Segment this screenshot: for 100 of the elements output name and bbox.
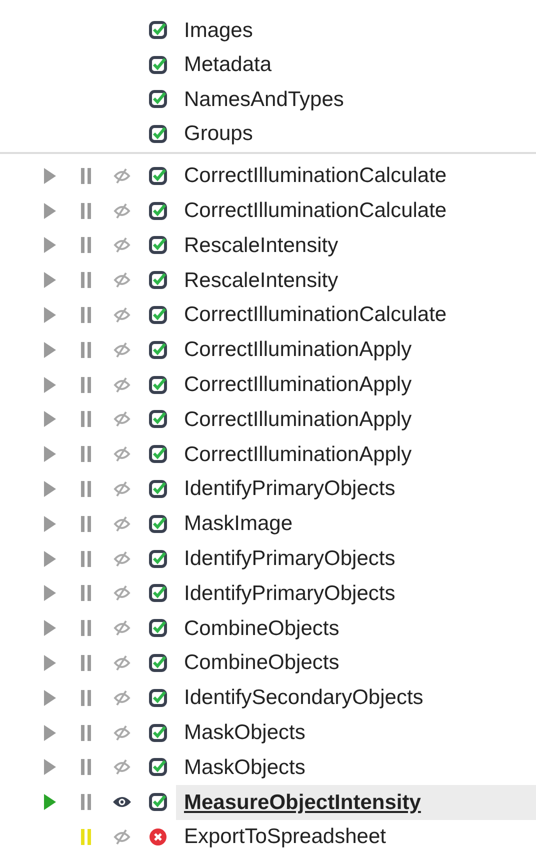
checkbox-icon[interactable] <box>149 376 167 394</box>
checkbox-icon[interactable] <box>149 724 167 742</box>
module-name[interactable]: NamesAndTypes <box>176 86 350 112</box>
play-icon[interactable] <box>43 758 57 776</box>
checkbox-icon[interactable] <box>149 21 167 40</box>
pause-icon[interactable] <box>80 236 92 254</box>
module-name[interactable]: IdentifySecondaryObjects <box>176 685 430 710</box>
module-name[interactable]: CombineObjects <box>176 616 346 641</box>
pause-icon[interactable] <box>80 306 92 324</box>
pause-icon[interactable] <box>80 166 92 185</box>
pause-icon[interactable] <box>80 688 92 707</box>
pause-icon[interactable] <box>80 340 92 359</box>
eye-hidden-icon[interactable] <box>112 376 132 393</box>
pause-icon[interactable] <box>80 550 92 568</box>
play-icon[interactable] <box>43 445 57 464</box>
pause-icon[interactable] <box>80 480 92 498</box>
pause-icon[interactable] <box>80 654 92 672</box>
module-name[interactable]: CorrectIlluminationApply <box>176 337 418 362</box>
play-icon[interactable] <box>43 480 57 498</box>
play-icon[interactable] <box>43 202 57 220</box>
play-icon[interactable] <box>43 271 57 290</box>
eye-hidden-icon[interactable] <box>112 446 132 462</box>
play-icon[interactable] <box>43 514 57 533</box>
eye-hidden-icon[interactable] <box>112 272 132 288</box>
module-name[interactable]: CorrectIlluminationCalculate <box>176 163 453 188</box>
play-icon[interactable] <box>43 724 57 742</box>
eye-hidden-icon[interactable] <box>112 342 132 358</box>
checkbox-icon[interactable] <box>149 514 167 533</box>
play-icon[interactable] <box>43 306 57 324</box>
checkbox-icon[interactable] <box>149 584 167 602</box>
checkbox-icon[interactable] <box>149 125 167 144</box>
pause-icon[interactable] <box>80 619 92 638</box>
play-icon[interactable] <box>43 340 57 359</box>
checkbox-icon[interactable] <box>149 619 167 638</box>
module-name[interactable]: MeasureObjectIntensity <box>176 790 427 815</box>
eye-hidden-icon[interactable] <box>112 690 132 706</box>
module-name[interactable]: Groups <box>176 121 259 147</box>
module-name[interactable]: Metadata <box>176 52 278 78</box>
play-icon[interactable] <box>43 793 57 812</box>
eye-hidden-icon[interactable] <box>112 654 132 671</box>
play-icon[interactable] <box>43 166 57 185</box>
pause-icon[interactable] <box>80 514 92 533</box>
checkbox-icon[interactable] <box>149 793 167 812</box>
module-name[interactable]: RescaleIntensity <box>176 232 344 258</box>
eye-hidden-icon[interactable] <box>112 550 132 567</box>
module-name[interactable]: ExportToSpreadsheet <box>176 824 392 850</box>
pause-icon[interactable] <box>80 724 92 742</box>
pause-icon[interactable] <box>80 410 92 428</box>
checkbox-icon[interactable] <box>149 166 167 185</box>
pause-icon[interactable] <box>80 584 92 602</box>
module-name[interactable]: RescaleIntensity <box>176 268 344 293</box>
play-icon[interactable] <box>43 619 57 638</box>
checkbox-icon[interactable] <box>149 688 167 707</box>
module-name[interactable]: CorrectIlluminationCalculate <box>176 198 453 224</box>
module-name[interactable]: Images <box>176 18 259 43</box>
module-name[interactable]: IdentifyPrimaryObjects <box>176 580 402 606</box>
pause-icon[interactable] <box>80 445 92 464</box>
pause-icon[interactable] <box>80 376 92 394</box>
play-icon[interactable] <box>43 584 57 602</box>
eye-hidden-icon[interactable] <box>112 480 132 497</box>
pause-icon[interactable] <box>80 202 92 220</box>
module-name[interactable]: CombineObjects <box>176 650 346 676</box>
module-name[interactable]: CorrectIlluminationApply <box>176 406 418 432</box>
module-name[interactable]: MaskObjects <box>176 720 312 746</box>
checkbox-icon[interactable] <box>149 90 167 108</box>
checkbox-icon[interactable] <box>149 654 167 672</box>
play-icon[interactable] <box>43 236 57 254</box>
eye-hidden-icon[interactable] <box>112 168 132 184</box>
play-icon[interactable] <box>43 410 57 428</box>
eye-hidden-icon[interactable] <box>112 759 132 776</box>
pause-icon[interactable] <box>80 758 92 776</box>
eye-icon[interactable] <box>112 795 132 810</box>
eye-hidden-icon[interactable] <box>112 724 132 741</box>
checkbox-icon[interactable] <box>149 306 167 324</box>
eye-hidden-icon[interactable] <box>112 237 132 254</box>
checkbox-icon[interactable] <box>149 758 167 776</box>
checkbox-icon[interactable] <box>149 56 167 74</box>
checkbox-icon[interactable] <box>149 550 167 568</box>
module-name[interactable]: CorrectIlluminationCalculate <box>176 302 453 328</box>
pause-icon[interactable] <box>80 793 92 812</box>
eye-hidden-icon[interactable] <box>112 620 132 636</box>
pause-icon[interactable] <box>80 271 92 290</box>
checkbox-icon[interactable] <box>149 236 167 254</box>
eye-hidden-icon[interactable] <box>112 202 132 219</box>
checkbox-icon[interactable] <box>149 480 167 498</box>
play-icon[interactable] <box>43 654 57 672</box>
play-icon[interactable] <box>43 376 57 394</box>
checkbox-icon[interactable] <box>149 445 167 464</box>
eye-hidden-icon[interactable] <box>112 828 132 845</box>
checkbox-icon[interactable] <box>149 202 167 220</box>
module-name[interactable]: IdentifyPrimaryObjects <box>176 546 402 572</box>
checkbox-icon[interactable] <box>149 410 167 428</box>
module-name[interactable]: CorrectIlluminationApply <box>176 372 418 398</box>
eye-hidden-icon[interactable] <box>112 585 132 602</box>
play-icon[interactable] <box>43 550 57 568</box>
checkbox-icon[interactable] <box>149 340 167 359</box>
error-icon[interactable] <box>149 828 167 846</box>
module-name[interactable]: CorrectIlluminationApply <box>176 442 418 467</box>
checkbox-icon[interactable] <box>149 271 167 290</box>
eye-hidden-icon[interactable] <box>112 516 132 532</box>
